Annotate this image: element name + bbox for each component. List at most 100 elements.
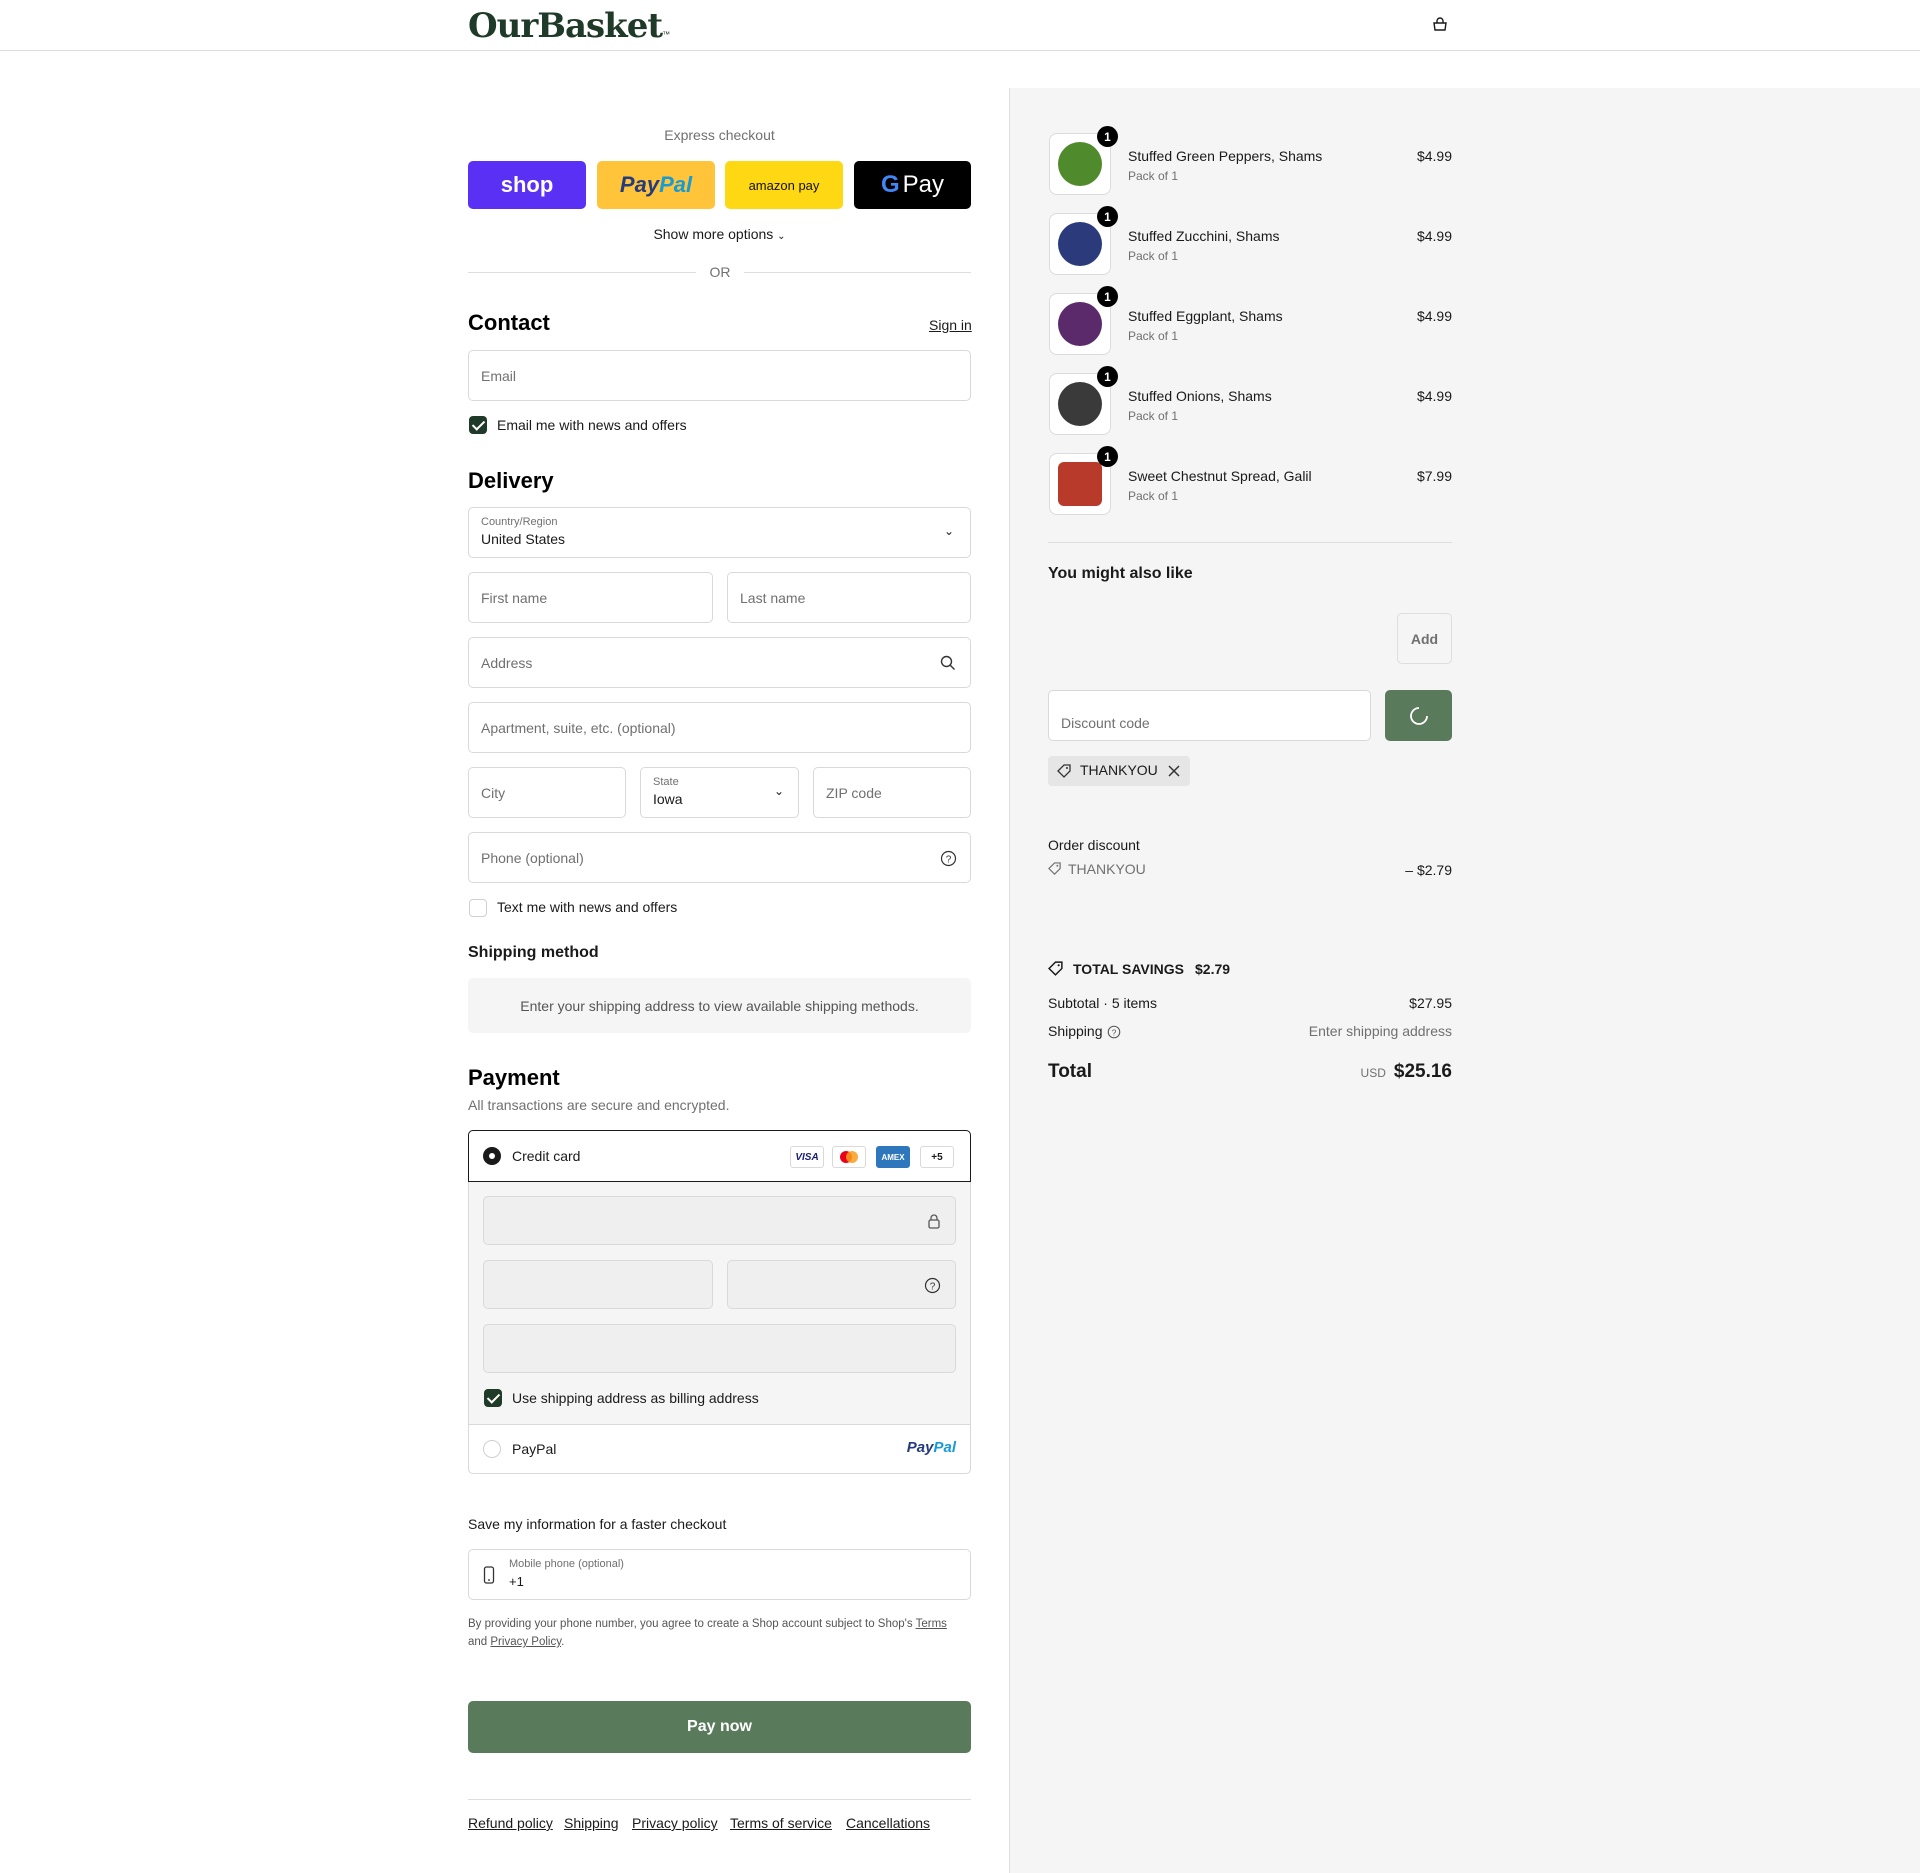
savings-tag-icon [1048, 961, 1063, 976]
apply-discount-button[interactable] [1385, 690, 1452, 741]
text-news-checkbox[interactable] [469, 899, 487, 917]
lock-icon [928, 1214, 940, 1229]
product-price: $7.99 [1416, 468, 1452, 484]
mobile-phone-icon [483, 1566, 495, 1584]
mobile-phone-field[interactable]: Mobile phone (optional) +1 [468, 1549, 971, 1600]
refund-policy-link[interactable]: Refund policy [468, 1815, 553, 1831]
payment-subtitle: All transactions are secure and encrypte… [468, 1097, 730, 1113]
chevron-down-icon: ⌄ [777, 231, 786, 242]
quantity-badge: 1 [1097, 446, 1118, 467]
total-amount: $25.16 [1393, 1061, 1452, 1082]
email-news-checkbox[interactable] [469, 416, 487, 434]
quantity-badge: 1 [1097, 206, 1118, 227]
product-variant: Pack of 1 [1128, 169, 1179, 183]
product-variant: Pack of 1 [1128, 249, 1179, 263]
svg-text:?: ? [1112, 1028, 1117, 1037]
card-number-field[interactable] [483, 1196, 956, 1245]
divider [468, 272, 696, 273]
expiry-field[interactable] [483, 1260, 713, 1309]
discount-code-field[interactable]: Discount code [1048, 690, 1371, 741]
shop-pay-button[interactable]: shop [468, 161, 586, 209]
first-name-field[interactable]: First name [468, 572, 713, 623]
store-logo[interactable]: OurBasket™ [468, 6, 670, 46]
close-icon[interactable] [1168, 765, 1180, 777]
divider [744, 272, 971, 273]
email-field[interactable]: Email [468, 350, 971, 401]
terms-of-service-link[interactable]: Terms of service [730, 1815, 832, 1831]
amazon-pay-button[interactable]: amazon pay [725, 161, 843, 209]
state-select[interactable]: State Iowa ⌄ [640, 767, 799, 818]
shipping-policy-link[interactable]: Shipping [564, 1815, 619, 1831]
paypal-radio[interactable] [483, 1440, 501, 1458]
quantity-badge: 1 [1097, 286, 1118, 307]
search-icon [940, 655, 955, 670]
city-field[interactable]: City [468, 767, 626, 818]
product-name: Stuffed Eggplant, Shams [1128, 308, 1283, 324]
cancellations-link[interactable]: Cancellations [846, 1815, 930, 1831]
show-more-options[interactable]: Show more options ⌄ [468, 226, 971, 242]
email-news-label: Email me with news and offers [497, 417, 687, 433]
credit-card-radio[interactable] [483, 1147, 501, 1165]
payment-title: Payment [468, 1065, 560, 1090]
country-select[interactable]: Country/Region United States ⌄ [468, 507, 971, 558]
product-variant: Pack of 1 [1128, 409, 1179, 423]
top-header: OurBasket™ [0, 0, 1920, 51]
quantity-badge: 1 [1097, 126, 1118, 147]
privacy-policy-link[interactable]: Privacy Policy [490, 1636, 561, 1648]
last-name-field[interactable]: Last name [727, 572, 971, 623]
billing-address-checkbox[interactable] [484, 1389, 502, 1407]
name-on-card-field[interactable] [483, 1324, 956, 1373]
total-savings-label: TOTAL SAVINGS [1073, 961, 1184, 977]
upsell-add-button[interactable]: Add [1397, 613, 1452, 664]
help-icon[interactable]: ? [1107, 1025, 1121, 1039]
paypal-button[interactable]: Pay Pal [597, 161, 715, 209]
svg-text:?: ? [946, 855, 952, 866]
terms-link[interactable]: Terms [916, 1618, 947, 1630]
product-name: Stuffed Zucchini, Shams [1128, 228, 1280, 244]
delivery-title: Delivery [468, 468, 554, 493]
paypal-option[interactable]: PayPal PayPal [468, 1424, 971, 1474]
text-news-label: Text me with news and offers [497, 899, 678, 915]
sign-in-link[interactable]: Sign in [929, 317, 972, 333]
order-discount-code: THANKYOU [1068, 861, 1146, 877]
help-icon[interactable]: ? [924, 1277, 941, 1294]
product-name: Sweet Chestnut Spread, Galil [1128, 468, 1312, 484]
shipping-method-notice: Enter your shipping address to view avai… [468, 978, 971, 1033]
product-price: $4.99 [1416, 228, 1452, 244]
product-variant: Pack of 1 [1128, 329, 1179, 343]
shipping-label: Shipping [1048, 1023, 1103, 1039]
total-amount-group: USD $25.16 [1361, 1061, 1452, 1083]
order-discount-amount: – $2.79 [1405, 862, 1452, 878]
product-price: $4.99 [1416, 388, 1452, 404]
product-variant: Pack of 1 [1128, 489, 1179, 503]
address-field[interactable]: Address [468, 637, 971, 688]
total-savings-amount: $2.79 [1195, 961, 1231, 977]
zip-code-field[interactable]: ZIP code [813, 767, 971, 818]
privacy-policy-footer-link[interactable]: Privacy policy [632, 1815, 718, 1831]
chevron-down-icon: ⌄ [773, 784, 784, 798]
product-name: Stuffed Green Peppers, Shams [1128, 148, 1323, 164]
product-image: 1 [1049, 126, 1118, 195]
product-image: 1 [1049, 286, 1118, 355]
product-image: 1 [1049, 446, 1118, 515]
cart-icon[interactable] [1431, 16, 1449, 34]
express-checkout-title: Express checkout [664, 127, 775, 143]
visa-icon: VISA [790, 1146, 824, 1168]
more-cards-badge: +5 [920, 1146, 954, 1168]
total-label: Total [1048, 1061, 1092, 1082]
save-info-title: Save my information for a faster checkou… [468, 1516, 727, 1532]
pay-now-button[interactable]: Pay now [468, 1701, 971, 1753]
phone-field[interactable]: Phone (optional) ? [468, 832, 971, 883]
svg-text:?: ? [930, 1282, 936, 1293]
currency-code: USD [1360, 1066, 1386, 1080]
google-pay-button[interactable]: G Pay [854, 161, 971, 209]
help-icon[interactable]: ? [940, 850, 957, 867]
shop-legal-text: By providing your phone number, you agre… [468, 1618, 947, 1648]
apartment-field[interactable]: Apartment, suite, etc. (optional) [468, 702, 971, 753]
divider [1048, 542, 1452, 543]
loading-spinner-icon [1410, 707, 1428, 725]
credit-card-label: Credit card [512, 1148, 581, 1164]
security-code-field[interactable]: ? [727, 1260, 956, 1309]
billing-address-label: Use shipping address as billing address [512, 1390, 759, 1406]
amex-icon: AMEX [876, 1146, 910, 1168]
